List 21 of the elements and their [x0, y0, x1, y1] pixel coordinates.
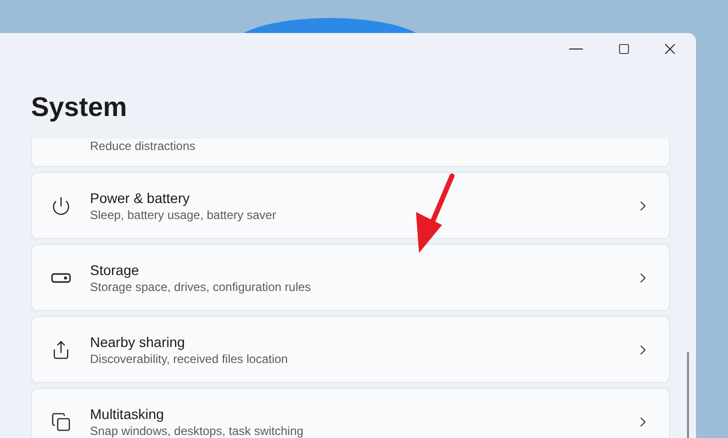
row-subtitle: Discoverability, received files location [90, 352, 289, 366]
settings-row[interactable]: Storage Storage space, drives, configuration rules [31, 244, 670, 311]
page-title: System [31, 90, 128, 124]
share-icon [51, 340, 71, 360]
settings-row[interactable]: Reduce distractions [31, 139, 670, 167]
row-subtitle: Snap windows, desktops, task switching [90, 424, 304, 438]
settings-row[interactable]: Multitasking Snap windows, desktops, task switching [31, 388, 670, 438]
settings-row[interactable]: Power & battery Sleep, battery usage, battery saver [31, 172, 670, 239]
windows-icon [51, 412, 71, 432]
settings-row[interactable]: Nearby sharing Discoverability, received files location [31, 316, 670, 383]
row-title: Multitasking [90, 406, 165, 422]
row-subtitle: Storage space, drives, configuration rules [90, 280, 312, 294]
row-subtitle: Sleep, battery usage, battery saver [90, 208, 278, 222]
row-title: Nearby sharing [90, 334, 186, 350]
power-icon [51, 196, 71, 216]
drive-icon [51, 272, 71, 282]
maximize-icon[interactable] [618, 43, 630, 55]
scrollbar-thumb[interactable] [687, 352, 689, 438]
row-title: Power & battery [90, 190, 191, 206]
row-subtitle: Reduce distractions [90, 139, 196, 153]
row-title: Storage [90, 262, 140, 278]
